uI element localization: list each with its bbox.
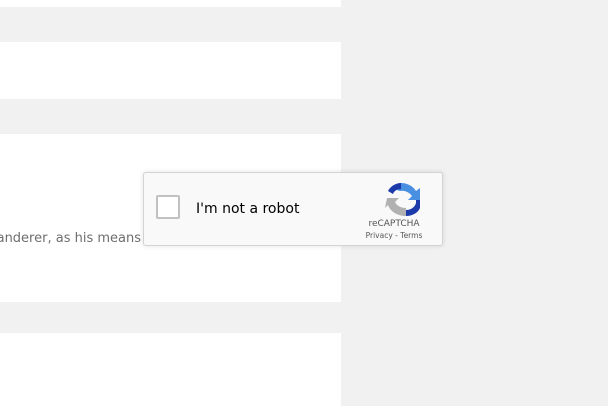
content-card-top	[0, 0, 341, 7]
terms-link[interactable]: Terms	[400, 231, 422, 240]
recaptcha-widget: I'm not a robot reCAPTCHA Privacy - Term…	[143, 172, 443, 246]
article-text-snippet: wanderer, as his means	[0, 231, 141, 246]
content-card	[0, 42, 341, 99]
recaptcha-checkbox-label: I'm not a robot	[196, 201, 300, 217]
recaptcha-brand: reCAPTCHA	[368, 219, 420, 229]
recaptcha-links: Privacy - Terms	[348, 231, 440, 241]
privacy-link[interactable]: Privacy	[366, 231, 393, 240]
content-card-bottom	[0, 333, 341, 406]
recaptcha-checkbox[interactable]	[156, 195, 180, 219]
recaptcha-logo-icon	[385, 183, 420, 216]
